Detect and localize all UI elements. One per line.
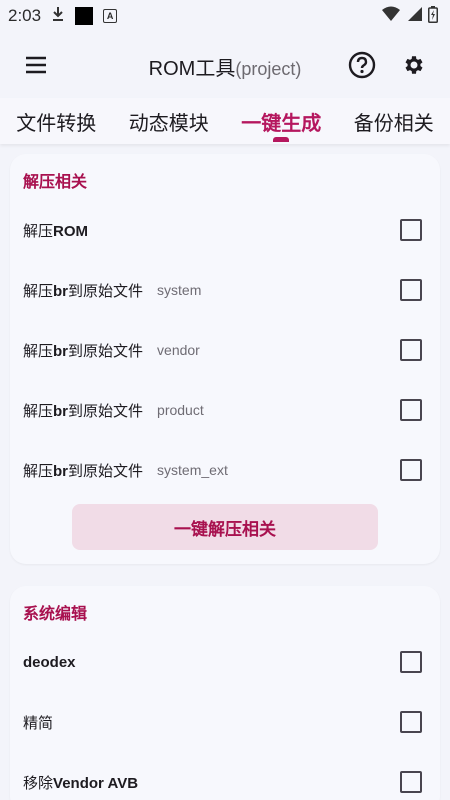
status-right [382,5,438,27]
option-checkbox[interactable] [400,279,422,301]
option-checkbox[interactable] [400,399,422,421]
option-row[interactable]: 移除Vendor AVB [10,752,440,800]
tab-label: 一键生成 [241,110,322,135]
status-time: 2:03 [8,6,42,25]
option-partition: system_ext [157,462,228,478]
section-card-extract: 解压相关 解压ROM 解压br到原始文件 system 解压br到原始文件 ve… [10,154,440,564]
option-partition: system [157,282,202,298]
battery-icon [428,5,438,27]
active-tab-indicator [273,137,290,142]
app-bar: ROM工具(project) [0,32,450,98]
download-icon [51,6,65,26]
option-partition: vendor [157,342,200,358]
menu-button[interactable] [14,43,58,87]
settings-button[interactable] [392,43,436,87]
title-main: ROM工具 [148,58,236,80]
tab-label: 文件转换 [16,110,97,135]
option-row[interactable]: 解压br到原始文件 product [10,380,440,440]
option-label: 解压ROM [23,221,89,240]
option-checkbox[interactable] [400,711,422,733]
option-row[interactable]: 解压br到原始文件 system_ext [10,440,440,500]
option-checkbox[interactable] [400,459,422,481]
section-title: 系统编辑 [23,604,88,623]
status-left: 2:03 A [8,6,118,26]
signal-icon [406,6,422,26]
option-checkbox[interactable] [400,771,422,793]
main-content[interactable]: 解压相关 解压ROM 解压br到原始文件 system 解压br到原始文件 ve… [0,146,450,800]
option-row[interactable]: 解压br到原始文件 system [10,260,440,320]
help-icon [348,51,376,79]
option-label: 解压br到原始文件 [23,401,144,420]
notification-square-icon [75,7,94,25]
one-click-extract-button[interactable]: 一键解压相关 [72,504,378,550]
wifi-icon [382,6,400,26]
option-label: 精简 [23,713,54,732]
option-partition: product [157,402,204,418]
action-wrap: 一键解压相关 [10,500,440,564]
option-label: 解压br到原始文件 [23,281,144,300]
menu-icon [26,56,46,74]
section-card-system-edit: 系统编辑 deodex 精简 移除Vendor AVB [10,586,440,800]
tab-one-click-generate[interactable]: 一键生成 [237,98,325,144]
status-bar: 2:03 A [0,0,450,32]
option-label: 解压br到原始文件 [23,461,144,480]
option-label: deodex [23,654,76,671]
title-sub: (project) [235,59,302,79]
option-checkbox[interactable] [400,651,422,673]
option-checkbox[interactable] [400,339,422,361]
app-bar-actions [340,43,436,87]
tab-backup[interactable]: 备份相关 [350,98,438,144]
option-row[interactable]: 精简 [10,692,440,752]
option-row[interactable]: deodex [10,632,440,692]
option-checkbox[interactable] [400,219,422,241]
option-label: 解压br到原始文件 [23,341,144,360]
tab-label: 动态模块 [128,110,209,135]
tab-bar: 文件转换 动态模块 一键生成 备份相关 [0,98,450,144]
gear-icon [405,56,423,74]
tab-file-convert[interactable]: 文件转换 [12,98,100,144]
section-title: 解压相关 [23,172,88,191]
help-button[interactable] [340,43,384,87]
tab-dynamic-module[interactable]: 动态模块 [125,98,213,144]
notification-a-icon: A [103,9,118,23]
option-row[interactable]: 解压br到原始文件 vendor [10,320,440,380]
option-label: 移除Vendor AVB [23,773,139,792]
tab-label: 备份相关 [353,110,434,135]
option-row[interactable]: 解压ROM [10,200,440,260]
